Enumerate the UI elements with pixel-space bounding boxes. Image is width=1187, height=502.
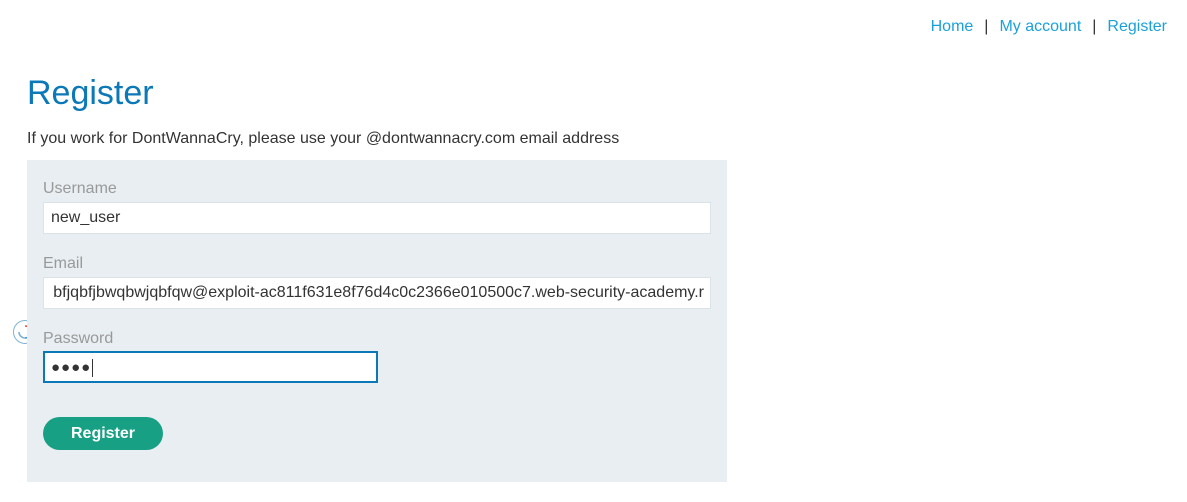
nav-register-link[interactable]: Register xyxy=(1107,18,1167,36)
password-input[interactable]: ●●●● xyxy=(43,351,378,383)
email-label: Email xyxy=(43,255,84,272)
email-input[interactable]: bfjqbfjbwqbwjqbfqw@exploit-ac811f631e8f7… xyxy=(43,277,711,309)
nav-my-account-link[interactable]: My account xyxy=(999,18,1081,36)
text-cursor xyxy=(92,358,94,377)
email-value: bfjqbfjbwqbwjqbfqw@exploit-ac811f631e8f7… xyxy=(53,284,704,301)
username-input[interactable]: new_user xyxy=(43,202,711,234)
intro-text: If you work for DontWannaCry, please use… xyxy=(27,130,620,147)
page-title: Register xyxy=(27,74,154,112)
register-button[interactable]: Register xyxy=(43,417,163,450)
nav-separator: | xyxy=(1092,18,1097,35)
nav-separator: | xyxy=(984,18,989,35)
top-navigation: Home | My account | Register xyxy=(931,18,1167,36)
password-value: ●●●● xyxy=(51,359,92,376)
username-value: new_user xyxy=(51,209,121,226)
register-form: Username new_user Email bfjqbfjbwqbwjqbf… xyxy=(27,160,727,482)
username-label: Username xyxy=(43,180,117,197)
password-label: Password xyxy=(43,330,114,347)
nav-home-link[interactable]: Home xyxy=(931,18,974,36)
